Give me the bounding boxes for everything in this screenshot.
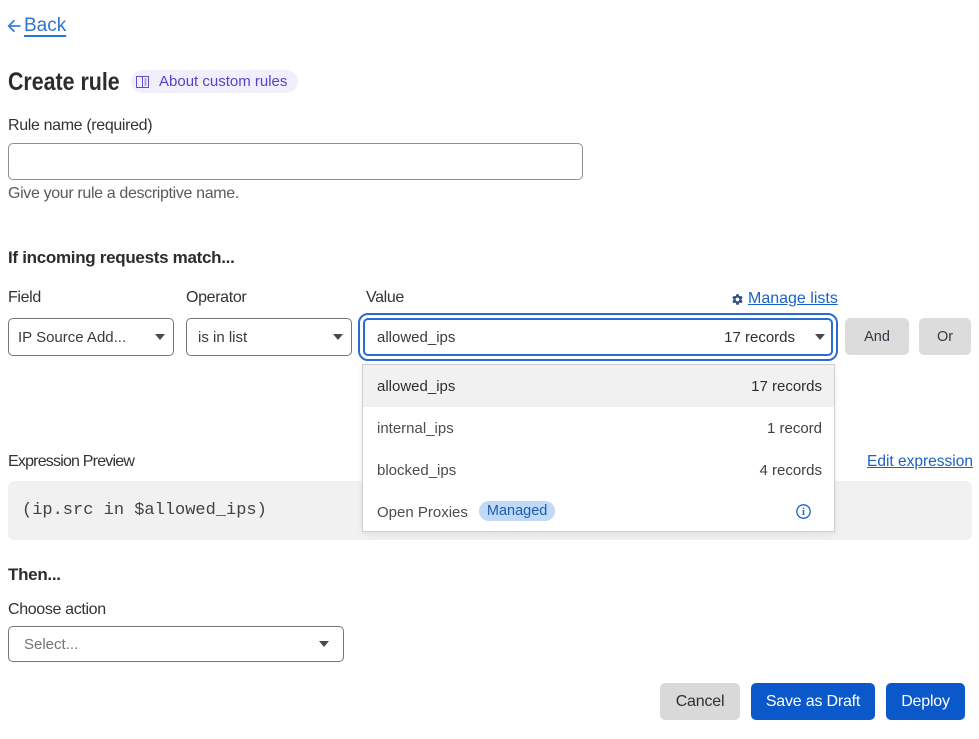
svg-text:i: i: [802, 507, 805, 518]
